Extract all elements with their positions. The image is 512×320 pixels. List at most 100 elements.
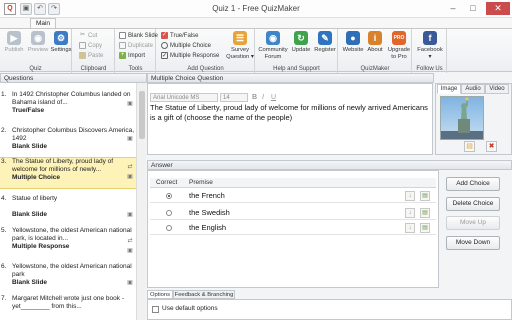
group-label-quiz: Quiz bbox=[29, 66, 42, 72]
checkbox-icon: ✓ bbox=[161, 52, 168, 59]
globe-icon: ● bbox=[346, 31, 360, 45]
question-item-1[interactable]: 1. In 1492 Christopher Columbus landed o… bbox=[0, 91, 136, 115]
use-default-options-checkbox[interactable] bbox=[152, 306, 159, 313]
camera-icon[interactable]: ▣ bbox=[126, 247, 134, 254]
answer-premise[interactable]: the English bbox=[189, 221, 226, 235]
import-label: Import bbox=[128, 53, 146, 60]
font-name-select[interactable]: Arial Unicode MS bbox=[150, 93, 218, 102]
italic-button[interactable]: I bbox=[262, 93, 264, 102]
camera-icon[interactable]: ▣ bbox=[126, 135, 134, 142]
move-up-button[interactable]: Move Up bbox=[446, 216, 500, 230]
answer-row[interactable]: the Swedish ↓ ▤ bbox=[150, 206, 436, 220]
multiple-response-button[interactable]: ✓ Multiple Response bbox=[161, 52, 219, 60]
facebook-button[interactable]: f Facebook ▾ bbox=[415, 31, 445, 63]
update-button[interactable]: ↻ Update bbox=[290, 31, 312, 63]
tab-feedback-branching[interactable]: Feedback & Branching bbox=[173, 290, 235, 299]
blank-slide-button[interactable]: Blank Slide bbox=[119, 32, 158, 40]
delete-choice-button[interactable]: Delete Choice bbox=[446, 197, 500, 211]
tab-image[interactable]: Image bbox=[437, 84, 461, 94]
question-item-3[interactable]: 3. The Statue of Liberty, proud lady of … bbox=[0, 157, 136, 189]
preview-icon: ◉ bbox=[31, 31, 45, 45]
publish-label: Publish bbox=[4, 47, 24, 53]
add-image-icon[interactable]: ▤ bbox=[420, 223, 430, 233]
question-item-6[interactable]: 6. Yellowstone, the oldest American nati… bbox=[0, 263, 136, 287]
tab-video[interactable]: Video bbox=[485, 84, 509, 94]
settings-button[interactable]: ⚙ Settings bbox=[50, 31, 72, 63]
answer-row[interactable]: the English ↓ ▤ bbox=[150, 221, 436, 235]
camera-icon[interactable]: ▣ bbox=[126, 279, 134, 286]
question-type: Blank Slide bbox=[12, 279, 48, 286]
answer-row[interactable]: the French ↓ ▤ bbox=[150, 189, 436, 203]
font-toolbar: Arial Unicode MS 14 B I U bbox=[150, 93, 430, 103]
correct-radio[interactable] bbox=[166, 225, 172, 231]
close-button[interactable]: ✕ bbox=[486, 2, 510, 15]
font-size-select[interactable]: 14 bbox=[220, 93, 248, 102]
copy-button[interactable]: Copy bbox=[79, 42, 102, 50]
camera-icon[interactable]: ▣ bbox=[126, 211, 134, 218]
minimize-button[interactable]: – bbox=[444, 2, 462, 15]
camera-icon[interactable]: ▣ bbox=[126, 173, 134, 180]
share-icon[interactable]: ⇄ bbox=[126, 163, 134, 170]
underline-button[interactable]: U bbox=[271, 93, 276, 102]
feedback-icon[interactable]: ↓ bbox=[405, 223, 415, 233]
true-false-button[interactable]: ✓ True/False bbox=[161, 32, 198, 40]
questions-scrollbar[interactable] bbox=[136, 83, 146, 320]
question-item-7[interactable]: 7. Margaret Mitchell wrote just one book… bbox=[0, 295, 136, 311]
preview-button[interactable]: ◉ Preview bbox=[27, 31, 49, 63]
share-icon[interactable]: ⇄ bbox=[126, 237, 134, 244]
import-button[interactable]: + Import bbox=[119, 52, 145, 60]
publish-button[interactable]: ▶ Publish bbox=[3, 31, 25, 63]
question-text: Statue of liberty bbox=[12, 195, 58, 202]
question-editor-title: Multiple Choice Question bbox=[147, 73, 434, 83]
tab-options[interactable]: Options bbox=[147, 290, 173, 299]
upgrade-to-pro-button[interactable]: PRO Upgrade to Pro bbox=[386, 31, 412, 63]
website-label: Website bbox=[342, 47, 364, 53]
cut-button[interactable]: ✂ Cut bbox=[79, 32, 97, 40]
scrollbar-thumb[interactable] bbox=[139, 91, 145, 139]
import-icon: + bbox=[119, 52, 126, 59]
question-item-2[interactable]: 2. Christopher Columbus Discovers Americ… bbox=[0, 127, 136, 151]
question-image[interactable] bbox=[440, 96, 484, 140]
cut-label: Cut bbox=[88, 33, 98, 40]
upgrade-label: Upgrade bbox=[387, 47, 411, 53]
correct-radio[interactable] bbox=[166, 210, 172, 216]
answer-premise[interactable]: the French bbox=[189, 189, 225, 203]
maximize-button[interactable]: □ bbox=[464, 2, 482, 15]
paste-label: Paste bbox=[88, 53, 104, 60]
question-number: 2. bbox=[1, 127, 7, 134]
question-number: 1. bbox=[1, 91, 7, 98]
questions-panel-title: Questions bbox=[0, 73, 147, 83]
ribbon-group-follow: f Facebook ▾ Follow Us bbox=[413, 29, 447, 73]
feedback-icon[interactable]: ↓ bbox=[405, 208, 415, 218]
tab-audio[interactable]: Audio bbox=[461, 84, 485, 94]
question-item-5[interactable]: 5. Yellowstone, the oldest American nati… bbox=[0, 227, 136, 251]
add-choice-button[interactable]: Add Choice bbox=[446, 177, 500, 191]
question-item-4[interactable]: 4. Statue of liberty Blank Slide bbox=[0, 195, 136, 218]
multiple-choice-button[interactable]: Multiple Choice bbox=[161, 42, 211, 50]
move-down-button[interactable]: Move Down bbox=[446, 236, 500, 250]
delete-icon[interactable]: ✖ bbox=[486, 141, 497, 152]
ribbon-group-quiz: ▶ Publish ◉ Preview ⚙ Settings Quiz bbox=[0, 29, 72, 73]
folder-icon[interactable]: ▤ bbox=[464, 141, 475, 152]
bold-button[interactable]: B bbox=[252, 93, 257, 102]
duplicate-button[interactable]: Duplicate bbox=[119, 42, 153, 50]
survey-question-button[interactable]: ☰ Survey Question ▾ bbox=[225, 31, 255, 63]
add-image-icon[interactable]: ▤ bbox=[420, 208, 430, 218]
copy-icon bbox=[79, 42, 86, 49]
paste-button[interactable]: Paste bbox=[79, 52, 103, 60]
register-button[interactable]: ✎ Register bbox=[313, 31, 337, 63]
about-button[interactable]: i About bbox=[366, 31, 384, 63]
website-button[interactable]: ● Website bbox=[341, 31, 365, 63]
question-text-input[interactable]: The Statue of Liberty, proud lady of wel… bbox=[150, 103, 431, 123]
gear-icon: ⚙ bbox=[54, 31, 68, 45]
community-forum-button[interactable]: ◉ Community Forum bbox=[258, 31, 288, 63]
camera-icon[interactable]: ▣ bbox=[126, 100, 134, 107]
question-text: Christopher Columbus Discovers America, … bbox=[12, 127, 135, 142]
group-label-tools: Tools bbox=[128, 66, 143, 72]
multiple-choice-label: Multiple Choice bbox=[170, 43, 212, 50]
add-image-icon[interactable]: ▤ bbox=[420, 191, 430, 201]
question-text: Margaret Mitchell wrote just one book - … bbox=[12, 295, 124, 310]
feedback-icon[interactable]: ↓ bbox=[405, 191, 415, 201]
answer-premise[interactable]: the Swedish bbox=[189, 206, 230, 220]
correct-radio[interactable] bbox=[166, 193, 172, 199]
